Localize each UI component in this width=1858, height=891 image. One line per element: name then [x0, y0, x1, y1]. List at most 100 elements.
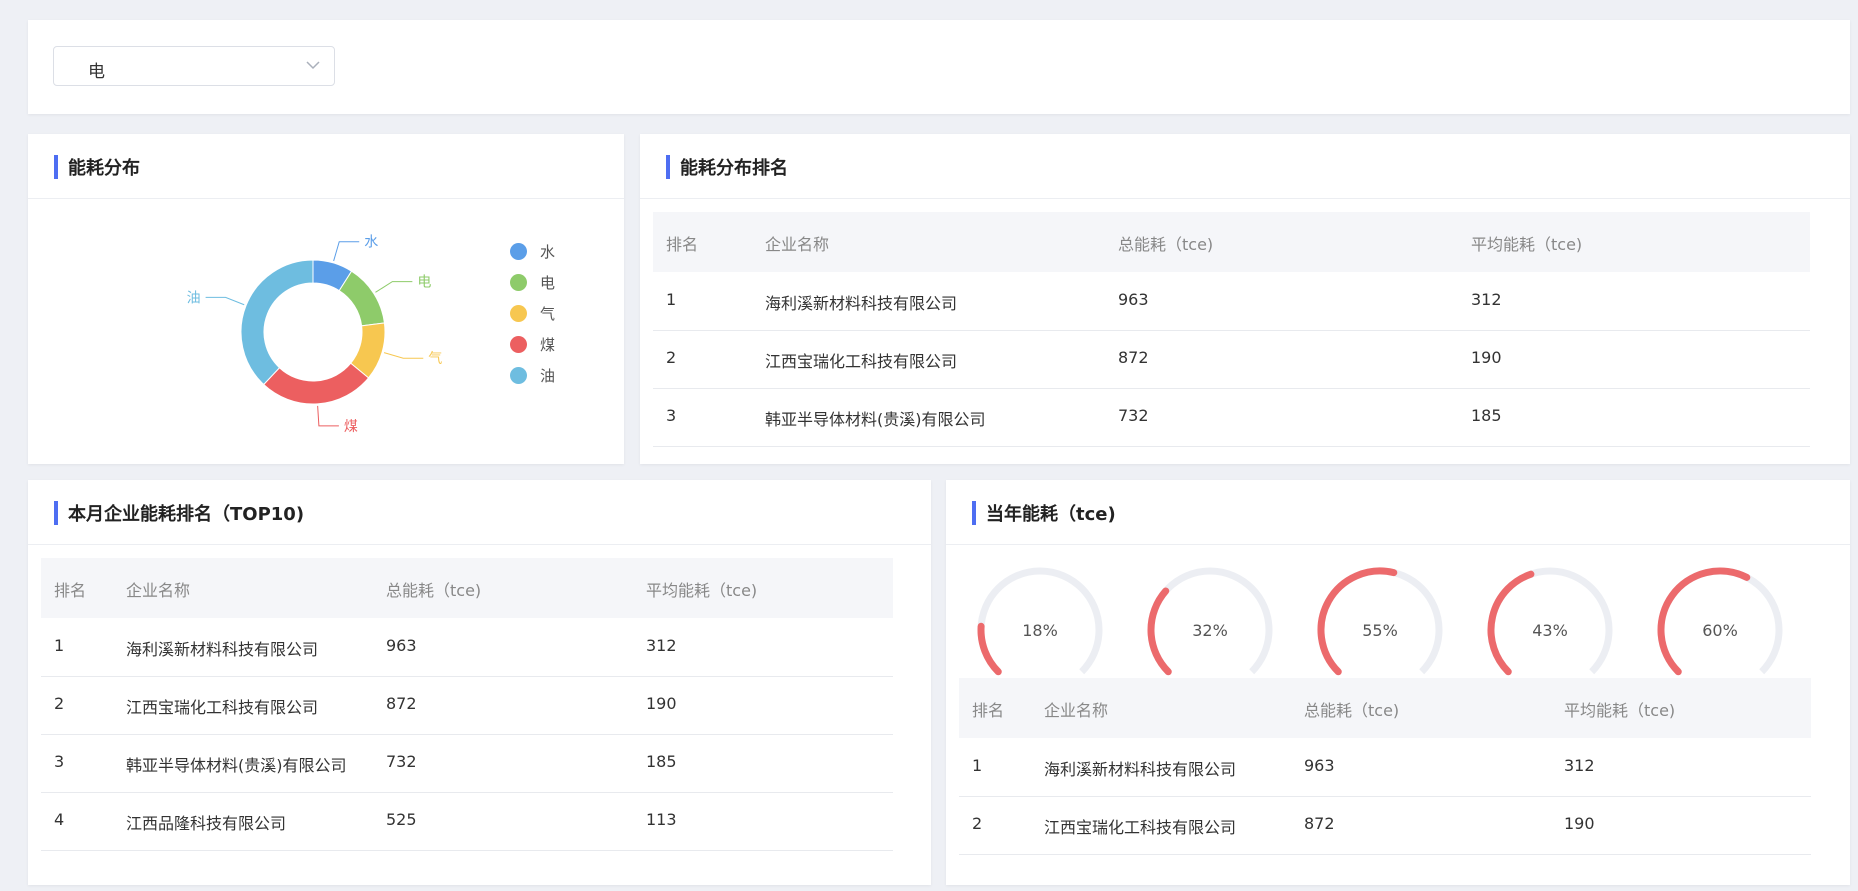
table-cell: 海利溪新材料科技有限公司	[1044, 760, 1237, 779]
table-cell: 韩亚半导体材料(贵溪)有限公司	[126, 756, 347, 775]
leader-line-1	[375, 281, 413, 293]
column-header: 总能耗（tce)	[1304, 701, 1400, 720]
energy-ranking-card: 能耗分布排名 排名 企业名称 总能耗（tce) 平均能耗（tce) 1 海利溪新材料科技有…	[640, 134, 1850, 464]
chevron-down-icon	[306, 61, 320, 70]
table-cell: 韩亚半导体材料(贵溪)有限公司	[765, 410, 986, 429]
table-cell: 113	[646, 810, 677, 829]
monthly-ranking-table: 排名 企业名称 总能耗（tce) 平均能耗（tce) 1 海利溪新材料科技有限公司 963 3…	[41, 558, 893, 878]
legend-label: 煤	[540, 336, 556, 354]
table-cell: 312	[1564, 756, 1595, 775]
gauge-progress	[1147, 587, 1172, 676]
gauge-svg: 55%	[1317, 567, 1443, 676]
energy-donut-chart: 水电气煤 油	[187, 235, 443, 435]
gauge-value: 55%	[1362, 621, 1398, 640]
table-cell: 190	[646, 694, 677, 713]
table-cell: 872	[1304, 814, 1335, 833]
legend-dot-icon	[510, 274, 527, 291]
table-cell: 525	[386, 810, 417, 829]
table-cell: 190	[1471, 348, 1502, 367]
gauge-5: 60%	[1656, 560, 1796, 690]
donut-slice-4[interactable]	[240, 259, 314, 386]
table-row[interactable]: 3 韩亚半导体材料(贵溪)有限公司 732 185	[41, 734, 893, 793]
table-header: 排名 企业名称 总能耗（tce) 平均能耗（tce)	[41, 558, 893, 618]
filter-card: 电	[28, 20, 1850, 114]
slice-label-1: 电	[417, 275, 431, 291]
table-cell: 732	[1118, 406, 1149, 425]
gauge-svg: 32%	[1147, 567, 1273, 676]
gauge-value: 60%	[1702, 621, 1738, 640]
gauge-2: 32%	[1146, 560, 1286, 690]
card-title: 能耗分布排名	[680, 158, 788, 179]
energy-type-select[interactable]: 电	[53, 46, 335, 86]
gauge-value: 43%	[1532, 621, 1568, 640]
table-cell: 872	[1118, 348, 1149, 367]
table-cell: 312	[1471, 290, 1502, 309]
donut-slice-3[interactable]	[263, 362, 370, 405]
leader-line-2	[383, 352, 424, 359]
monthly-top10-card: 本月企业能耗排名（TOP10) 排名 企业名称 总能耗（tce) 平均能耗（tce) 1…	[28, 480, 931, 885]
table-cell: 190	[1564, 814, 1595, 833]
annual-energy-card: 当年能耗（tce) 18% 32% 55% 43% 60% 排名 企业名称 总能耗（tce)…	[946, 480, 1850, 885]
column-header: 平均能耗（tce)	[1564, 701, 1676, 720]
column-header: 总能耗（tce)	[1118, 235, 1214, 254]
card-header: 本月企业能耗排名（TOP10)	[28, 480, 931, 545]
table-cell: 732	[386, 752, 417, 771]
table-row[interactable]: 1 海利溪新材料科技有限公司 963 312	[959, 738, 1811, 797]
table-header: 排名 企业名称 总能耗（tce) 平均能耗（tce)	[959, 678, 1811, 738]
title-accent-bar	[972, 501, 976, 525]
table-cell: 2	[972, 814, 983, 833]
title-accent-bar	[54, 501, 58, 525]
table-cell: 江西宝瑞化工科技有限公司	[1044, 818, 1237, 837]
ranking-table: 排名 企业名称 总能耗（tce) 平均能耗（tce) 1 海利溪新材料科技有限公司 963 3…	[653, 212, 1810, 452]
table-cell: 2	[666, 348, 677, 367]
card-header: 当年能耗（tce)	[946, 480, 1850, 545]
table-cell: 江西品隆科技有限公司	[126, 814, 287, 833]
table-cell: 1	[666, 290, 677, 309]
table-row[interactable]: 4 江西品隆科技有限公司 525 113	[41, 792, 893, 851]
table-cell: 江西宝瑞化工科技有限公司	[126, 698, 319, 717]
leader-line-0	[333, 241, 360, 262]
legend-label: 气	[540, 305, 556, 323]
table-row[interactable]: 3 韩亚半导体材料(贵溪)有限公司 732 185	[653, 388, 1810, 447]
annual-ranking-table: 排名 企业名称 总能耗（tce) 平均能耗（tce) 1 海利溪新材料科技有限公司 963 3…	[959, 678, 1811, 858]
table-cell: 963	[1118, 290, 1149, 309]
card-header: 能耗分布排名	[640, 134, 1850, 199]
table-row[interactable]: 1 海利溪新材料科技有限公司 963 312	[653, 272, 1810, 331]
column-header: 总能耗（tce)	[386, 581, 482, 600]
card-title: 本月企业能耗排名（TOP10)	[68, 504, 305, 525]
table-cell: 江西宝瑞化工科技有限公司	[765, 352, 958, 371]
legend-label: 电	[540, 274, 556, 292]
table-row[interactable]: 2 江西宝瑞化工科技有限公司 872 190	[653, 330, 1810, 389]
donut-slice-1[interactable]	[338, 270, 385, 327]
gauge-svg: 60%	[1657, 567, 1783, 676]
column-header: 企业名称	[126, 581, 191, 600]
table-cell: 963	[386, 636, 417, 655]
leader-line-3	[317, 405, 339, 427]
gauge-3: 55%	[1316, 560, 1456, 690]
column-header: 企业名称	[765, 235, 830, 254]
legend-dot-icon	[510, 243, 527, 260]
table-row[interactable]: 2 江西宝瑞化工科技有限公司 872 190	[41, 676, 893, 735]
card-title: 当年能耗（tce)	[986, 504, 1116, 525]
table-row[interactable]: 2 江西宝瑞化工科技有限公司 872 190	[959, 796, 1811, 855]
gauge-value: 18%	[1022, 621, 1058, 640]
slice-label-4: 油	[187, 290, 201, 306]
table-cell: 312	[646, 636, 677, 655]
table-cell: 3	[54, 752, 65, 771]
gauge-svg: 43%	[1487, 567, 1613, 676]
table-cell: 海利溪新材料科技有限公司	[126, 640, 319, 659]
legend-dot-icon	[510, 367, 527, 384]
table-row[interactable]: 1 海利溪新材料科技有限公司 963 312	[41, 618, 893, 677]
table-cell: 185	[646, 752, 677, 771]
column-header: 平均能耗（tce)	[1471, 235, 1583, 254]
energy-type-value: 电	[88, 62, 105, 82]
table-cell: 1	[972, 756, 983, 775]
gauge-progress	[977, 622, 1002, 676]
column-header: 排名	[666, 235, 699, 254]
gauge-1: 18%	[976, 560, 1116, 690]
table-cell: 4	[54, 810, 65, 829]
legend-dot-icon	[510, 336, 527, 353]
table-cell: 海利溪新材料科技有限公司	[765, 294, 958, 313]
slice-label-3: 煤	[344, 419, 358, 435]
table-cell: 963	[1304, 756, 1335, 775]
